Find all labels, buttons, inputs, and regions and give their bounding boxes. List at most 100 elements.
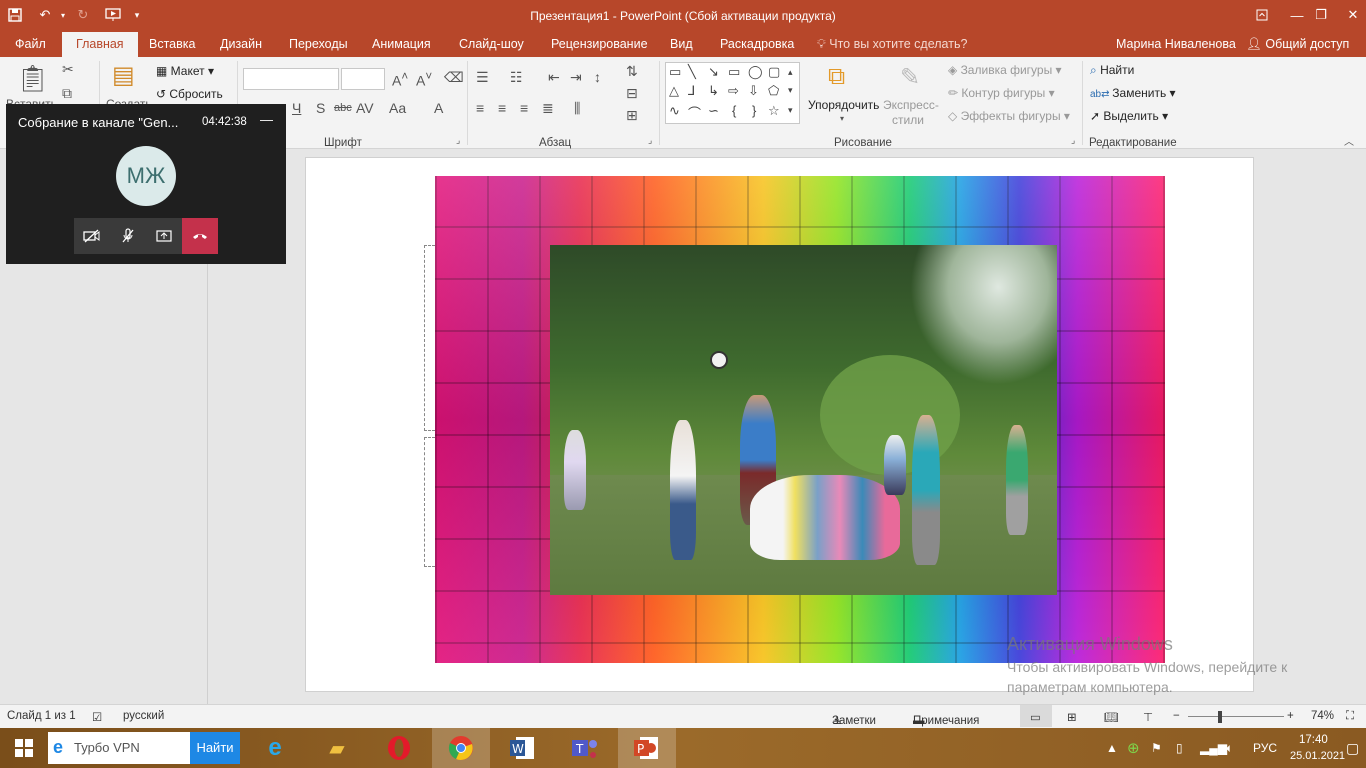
- gallery-down-icon[interactable]: ▾: [788, 85, 793, 96]
- zoom-slider-thumb[interactable]: [1218, 711, 1222, 723]
- hang-up-icon[interactable]: [182, 218, 218, 254]
- shape-effects-button[interactable]: ◇ Эффекты фигуры ▾: [948, 109, 1070, 123]
- left-brace-shape-icon[interactable]: {: [732, 103, 736, 118]
- strikethrough-icon[interactable]: abc: [334, 102, 352, 114]
- bullets-icon[interactable]: ☰: [476, 69, 489, 86]
- arrange-icon[interactable]: ⧉: [828, 63, 845, 91]
- tray-app-icon[interactable]: ⊕: [1127, 728, 1140, 768]
- paste-icon[interactable]: 📋︎: [16, 63, 49, 94]
- increase-indent-icon[interactable]: ⇥: [570, 69, 582, 86]
- select-button[interactable]: ➚ Выделить ▾: [1090, 109, 1168, 123]
- align-right-icon[interactable]: ≡: [520, 100, 528, 116]
- fit-slide-icon[interactable]: ⛶: [1346, 710, 1354, 723]
- arrow-line-shape-icon[interactable]: ↘: [708, 64, 719, 80]
- gallery-more-icon[interactable]: ▾: [788, 105, 793, 116]
- tab-review[interactable]: Рецензирование: [551, 32, 648, 57]
- language-indicator[interactable]: русский: [123, 710, 164, 722]
- quick-styles-icon[interactable]: ✎: [900, 63, 920, 92]
- tab-file[interactable]: Файл: [15, 32, 46, 57]
- reading-view-icon[interactable]: 📖︎: [1104, 710, 1119, 724]
- meeting-minimize-icon[interactable]: —: [260, 112, 273, 127]
- gallery-up-icon[interactable]: ▴: [788, 67, 793, 78]
- chrome-icon[interactable]: [432, 728, 490, 768]
- slide-counter[interactable]: Слайд 1 из 1: [7, 710, 76, 722]
- font-dialog-launcher-icon[interactable]: ⌟: [456, 135, 460, 146]
- justify-icon[interactable]: ≣: [542, 100, 554, 117]
- arrange-dropdown-icon[interactable]: ▾: [840, 114, 844, 123]
- quick-styles-line1[interactable]: Экспресс-: [883, 98, 939, 112]
- share-screen-icon[interactable]: [146, 218, 182, 254]
- clear-formatting-icon[interactable]: ⌫: [444, 69, 464, 86]
- underline-icon[interactable]: Ч: [292, 100, 301, 116]
- arrange-label[interactable]: Упорядочить: [808, 98, 879, 112]
- windows-start-icon[interactable]: [0, 728, 48, 768]
- shapes-gallery[interactable]: ▭ ╲ ↘ ▭ ◯ ▢ △ ⅃ ↳ ⇨ ⇩ ⬠ ∿ ⌒ ∽ { } ☆ ▴ ▾ …: [665, 62, 800, 124]
- user-name[interactable]: Марина Ниваленова: [1116, 32, 1236, 56]
- tab-animations[interactable]: Анимация: [372, 32, 431, 57]
- notifications-icon[interactable]: ▢: [1346, 728, 1359, 768]
- freeform-shape-icon[interactable]: ∽: [708, 103, 719, 119]
- oval-shape-icon[interactable]: ◯: [748, 64, 763, 80]
- tab-slideshow[interactable]: Слайд-шоу: [459, 32, 524, 57]
- curve-shape-icon[interactable]: ∿: [669, 103, 680, 119]
- rectangle-shape-icon[interactable]: ▭: [728, 64, 740, 80]
- clock-time[interactable]: 17:40: [1299, 732, 1328, 748]
- taskbar-find-button[interactable]: Найти: [190, 732, 240, 764]
- font-name-box[interactable]: [243, 68, 339, 90]
- input-language[interactable]: РУС: [1253, 728, 1277, 768]
- teams-icon[interactable]: T: [556, 728, 614, 768]
- clock-date[interactable]: 25.01.2021: [1290, 748, 1345, 764]
- triangle-shape-icon[interactable]: △: [669, 83, 679, 99]
- font-color-icon[interactable]: A: [434, 100, 443, 116]
- volume-icon[interactable]: 🔈︎: [1226, 728, 1233, 768]
- internet-explorer-icon[interactable]: e: [246, 728, 304, 768]
- line-spacing-icon[interactable]: ↕: [594, 69, 601, 85]
- char-spacing-icon[interactable]: AV: [356, 100, 374, 116]
- align-center-icon[interactable]: ≡: [498, 100, 506, 116]
- quick-styles-line2[interactable]: стили: [892, 113, 924, 127]
- right-brace-shape-icon[interactable]: }: [752, 103, 756, 118]
- powerpoint-icon[interactable]: P: [618, 728, 676, 768]
- find-button[interactable]: ⌕ Найти: [1090, 63, 1134, 78]
- increase-font-icon[interactable]: A˄: [392, 70, 408, 89]
- tray-expand-icon[interactable]: ▲: [1106, 728, 1118, 768]
- new-slide-icon[interactable]: ▤: [112, 61, 135, 90]
- smartart-icon[interactable]: ⊞: [626, 107, 638, 124]
- change-case-icon[interactable]: Aa: [389, 100, 406, 116]
- line-shape-icon[interactable]: ╲: [688, 64, 696, 80]
- file-explorer-icon[interactable]: ▰: [308, 728, 366, 768]
- rounded-rect-shape-icon[interactable]: ▢: [768, 64, 780, 80]
- network-icon[interactable]: ▂▄▆: [1200, 728, 1227, 768]
- elbow-arrow-icon[interactable]: ↳: [708, 83, 719, 99]
- tab-design[interactable]: Дизайн: [220, 32, 262, 57]
- close-button[interactable]: ✕: [1330, 0, 1366, 30]
- down-arrow-shape-icon[interactable]: ⇩: [748, 83, 759, 99]
- slide-sorter-icon[interactable]: ⊞: [1067, 710, 1077, 724]
- columns-icon[interactable]: ⫼: [574, 100, 580, 117]
- cut-icon[interactable]: ✂: [62, 61, 74, 78]
- layout-button[interactable]: ▦ Макет ▾: [156, 64, 214, 78]
- battery-icon[interactable]: ▯: [1176, 728, 1183, 768]
- align-text-icon[interactable]: ⊟: [626, 85, 638, 102]
- align-left-icon[interactable]: ≡: [476, 100, 484, 116]
- zoom-in-icon[interactable]: +: [1287, 710, 1294, 722]
- tab-storyboarding[interactable]: Раскадровка: [720, 32, 794, 57]
- tab-view[interactable]: Вид: [670, 32, 693, 57]
- tab-home[interactable]: Главная: [62, 32, 138, 57]
- reset-button[interactable]: ↺ Сбросить: [156, 87, 223, 101]
- taskbar-search-input[interactable]: Турбо VPN: [48, 732, 190, 764]
- collapse-ribbon-icon[interactable]: ︿: [1344, 133, 1354, 148]
- drawing-dialog-launcher-icon[interactable]: ⌟: [1071, 135, 1075, 146]
- slideshow-view-icon[interactable]: ⊤: [1143, 710, 1153, 724]
- flag-icon[interactable]: ⚑: [1151, 728, 1162, 768]
- tell-me-search[interactable]: 💡︎ Что вы хотите сделать?: [817, 32, 967, 57]
- replace-button[interactable]: ab⇄ Заменить ▾: [1090, 86, 1176, 100]
- word-icon[interactable]: W: [494, 728, 552, 768]
- zoom-out-icon[interactable]: −: [1173, 710, 1180, 722]
- paragraph-dialog-launcher-icon[interactable]: ⌟: [648, 135, 652, 146]
- children-playing-photo[interactable]: [550, 245, 1057, 595]
- textbox-shape-icon[interactable]: ▭: [669, 64, 681, 80]
- zoom-level[interactable]: 74%: [1311, 710, 1334, 722]
- placeholder-outline-bottom[interactable]: [424, 437, 435, 567]
- text-direction-icon[interactable]: ⇅: [626, 63, 638, 80]
